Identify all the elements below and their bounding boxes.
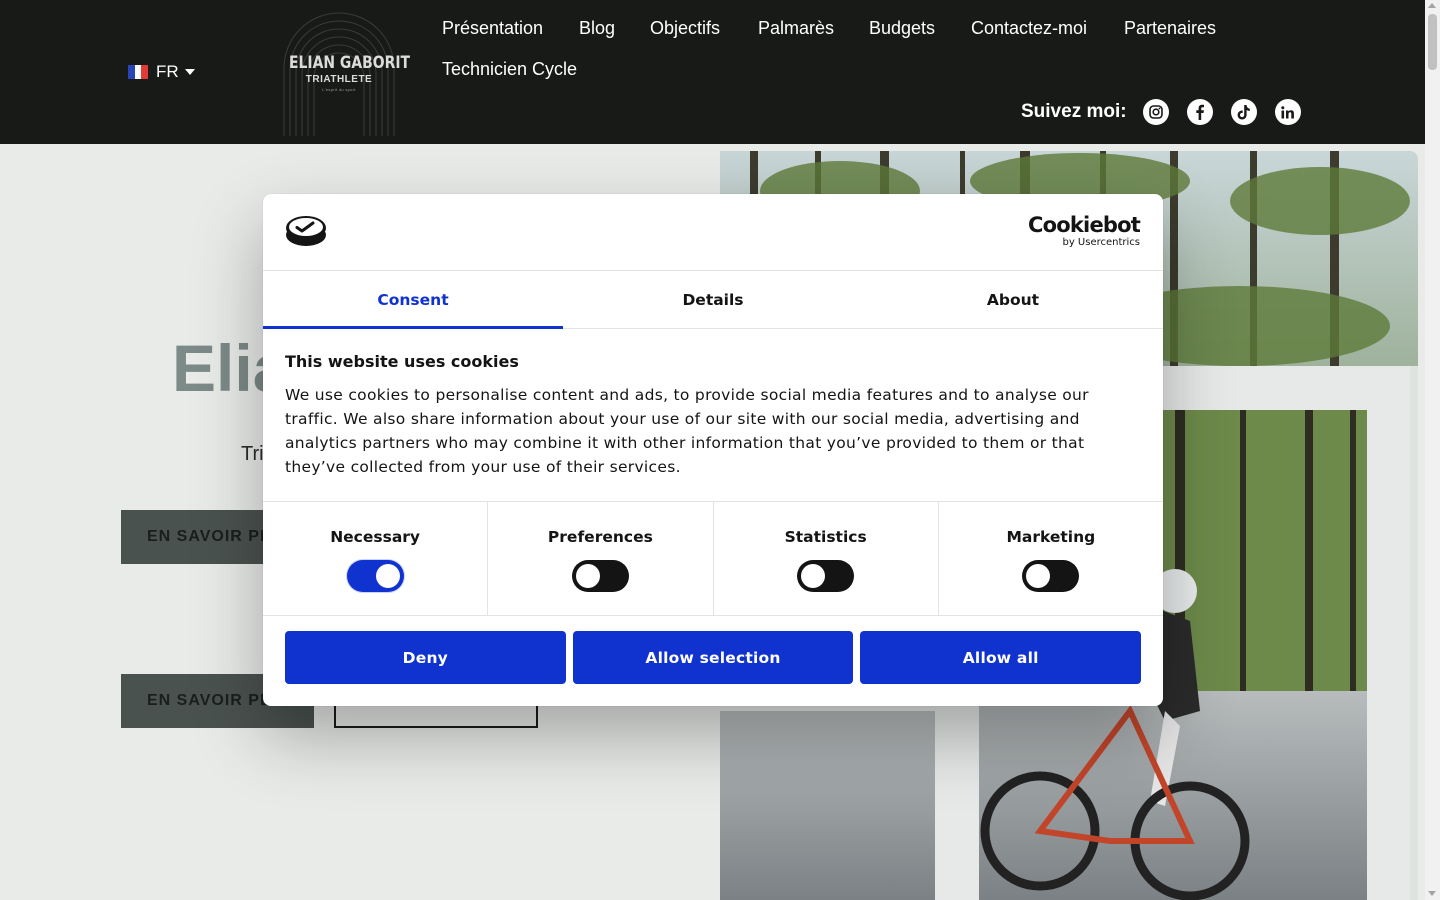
language-label: FR <box>156 62 179 81</box>
category-preferences: Preferences <box>488 502 714 615</box>
scroll-down-icon[interactable] <box>1428 891 1436 896</box>
category-necessary: Necessary <box>263 502 489 615</box>
nav-contact[interactable]: Contactez-moi <box>971 18 1087 39</box>
allow-selection-button[interactable]: Allow selection <box>572 631 854 684</box>
nav-objectifs[interactable]: Objectifs <box>650 18 720 39</box>
necessary-toggle[interactable] <box>346 560 404 592</box>
tab-about[interactable]: About <box>863 271 1163 328</box>
linkedin-icon[interactable] <box>1274 99 1301 125</box>
nav-palmares[interactable]: Palmarès <box>758 18 834 39</box>
cookiebot-logo-icon <box>286 216 326 246</box>
consent-categories: Necessary Preferences Statistics Marketi… <box>263 501 1163 616</box>
brand-byline: by Usercentrics <box>1062 237 1140 248</box>
nav-presentation[interactable]: Présentation <box>442 18 543 39</box>
instagram-icon[interactable] <box>1142 99 1169 125</box>
facebook-icon[interactable] <box>1186 99 1213 125</box>
scroll-up-icon[interactable] <box>1428 3 1436 8</box>
category-label: Statistics <box>784 528 867 546</box>
site-header: FR ELIAN GABORIT TRIATHLETE L'esprit du … <box>0 0 1425 144</box>
dialog-tabs: Consent Details About <box>263 271 1163 329</box>
tab-consent[interactable]: Consent <box>263 271 563 329</box>
dialog-description: We use cookies to personalise content an… <box>285 386 1089 476</box>
toggle-knob <box>575 564 600 588</box>
logo-tagline: L'esprit du sport <box>322 87 356 92</box>
nav-budgets[interactable]: Budgets <box>869 18 935 39</box>
dialog-header: Cookiebot by Usercentrics <box>263 194 1163 271</box>
scroll-thumb[interactable] <box>1428 14 1437 70</box>
hero-subtitle: Tri <box>241 443 264 465</box>
cookie-consent-dialog: Cookiebot by Usercentrics Consent Detail… <box>263 194 1163 706</box>
page-scrollbar[interactable] <box>1425 0 1440 900</box>
site-logo[interactable]: ELIAN GABORIT TRIATHLETE L'esprit du spo… <box>278 8 411 136</box>
dialog-title: This website uses cookies <box>285 352 519 371</box>
brand-name: Cookiebot <box>1028 213 1141 237</box>
category-label: Marketing <box>1006 528 1096 546</box>
logo-subtitle: TRIATHLETE <box>305 74 373 85</box>
category-marketing: Marketing <box>939 502 1163 615</box>
social-follow: Suivez moi: <box>1021 99 1319 125</box>
nav-technicien-cycle[interactable]: Technicien Cycle <box>442 59 577 80</box>
toggle-knob <box>375 564 400 588</box>
logo-name: ELIAN GABORIT <box>288 53 411 73</box>
cookiebot-brand[interactable]: Cookiebot by Usercentrics <box>1028 213 1141 248</box>
toggle-knob <box>801 564 826 588</box>
tiktok-icon[interactable] <box>1230 99 1257 125</box>
deny-button[interactable]: Deny <box>285 631 566 684</box>
dialog-body: This website uses cookies We use cookies… <box>285 352 1141 479</box>
france-flag-icon <box>128 65 149 79</box>
allow-all-button[interactable]: Allow all <box>860 631 1142 684</box>
category-statistics: Statistics <box>714 502 939 615</box>
category-label: Necessary <box>330 528 421 546</box>
nav-partenaires[interactable]: Partenaires <box>1124 18 1216 39</box>
tab-details[interactable]: Details <box>563 271 863 328</box>
statistics-toggle[interactable] <box>797 560 855 592</box>
follow-label: Suivez moi: <box>1021 101 1127 122</box>
nav-blog[interactable]: Blog <box>579 18 615 39</box>
dialog-actions: Deny Allow selection Allow all <box>285 631 1142 684</box>
language-selector[interactable]: FR <box>128 62 195 82</box>
toggle-knob <box>1026 564 1051 588</box>
category-label: Preferences <box>547 528 653 546</box>
marketing-toggle[interactable] <box>1022 560 1080 592</box>
caret-down-icon <box>184 69 195 75</box>
preferences-toggle[interactable] <box>571 560 629 592</box>
